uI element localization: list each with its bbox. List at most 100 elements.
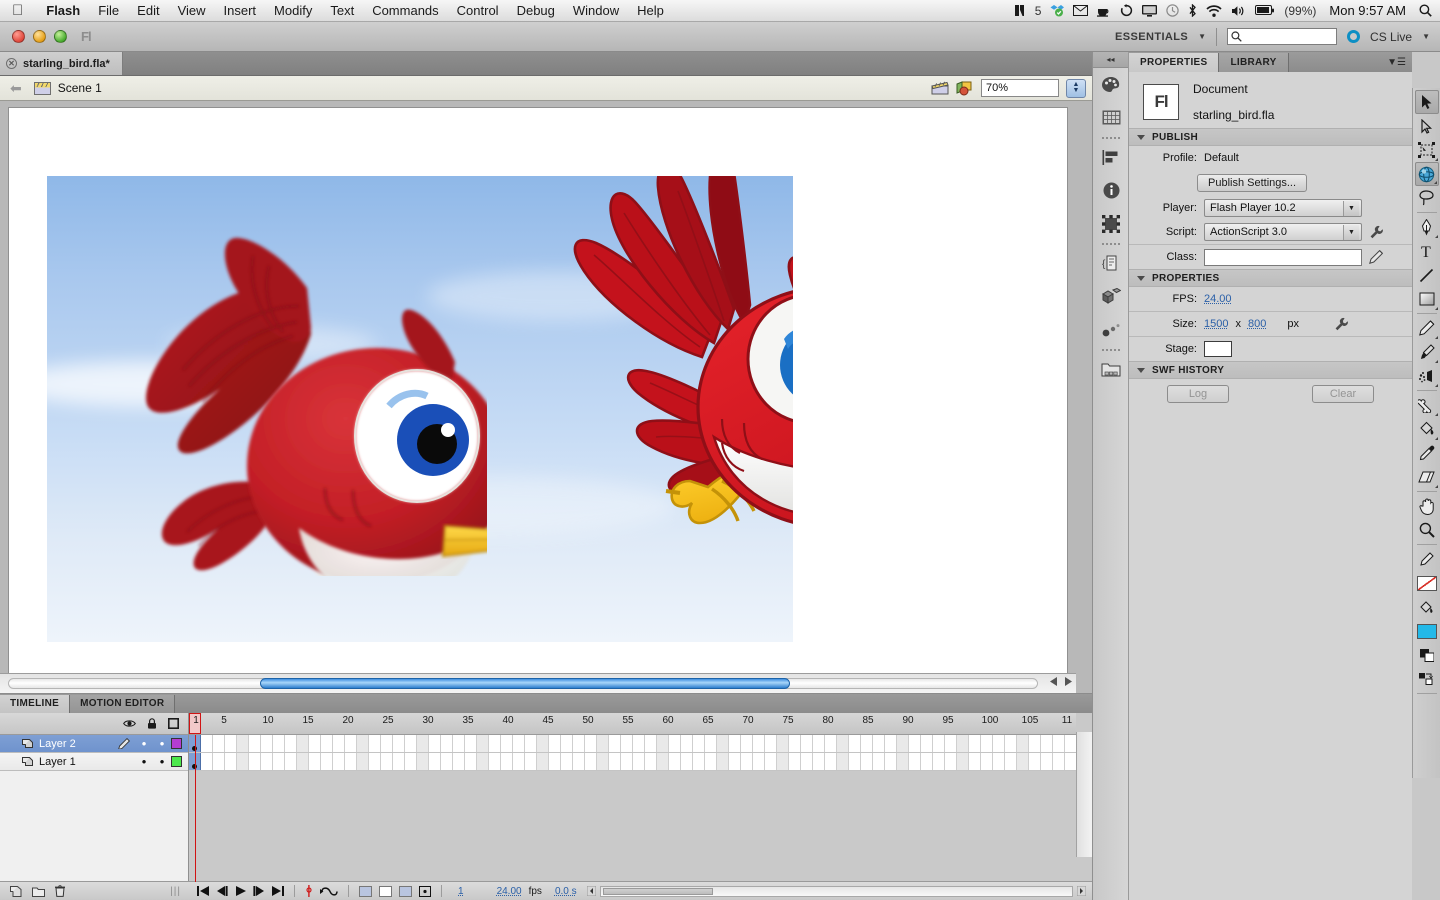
layer-name-label[interactable]: Layer 1 [39,756,113,768]
frame-ruler[interactable]: 1 5 10 15 20 25 30 35 40 45 50 55 60 65 … [189,713,1076,735]
timeline-hscroll[interactable] [587,886,1092,897]
cs-live-chevron-down-icon[interactable]: ▼ [1422,32,1430,41]
adobe-icon[interactable] [1013,4,1026,17]
layer-outline-color-swatch[interactable] [171,756,182,767]
workspace-chevron-down-icon[interactable]: ▼ [1198,32,1206,41]
edit-multiple-frames-button[interactable] [359,886,372,897]
menu-file[interactable]: File [89,0,128,22]
dock-collapse-button[interactable]: ◂◂ [1093,52,1128,68]
tool-submenu-corner[interactable] [1434,181,1437,184]
modify-onion-markers-button[interactable] [399,886,412,897]
stage-color-swatch[interactable] [1204,341,1232,357]
paint-bucket-tool[interactable] [1415,417,1439,441]
stroke-color-swatch[interactable] [1417,576,1437,591]
free-transform-tool[interactable] [1415,138,1439,162]
align-icon[interactable] [1093,141,1129,174]
resize-grip-icon[interactable]: ||| [170,886,181,897]
stage-width-value[interactable]: 1500 [1204,318,1228,330]
volume-icon[interactable] [1231,5,1246,17]
publish-settings-button[interactable]: Publish Settings... [1197,174,1307,192]
section-publish-header[interactable]: PUBLISH [1129,128,1412,146]
eraser-tool[interactable] [1415,465,1439,489]
display-icon[interactable] [1142,5,1157,17]
text-tool[interactable]: T [1415,239,1439,263]
swatches-icon[interactable] [1093,101,1129,134]
menu-text[interactable]: Text [321,0,363,22]
no-stroke-swatch[interactable] [1415,571,1439,595]
eyedropper-tool[interactable] [1415,441,1439,465]
tool-submenu-corner[interactable] [1435,413,1438,416]
section-swf-history-header[interactable]: SWF HISTORY [1129,361,1412,379]
pencil-tool[interactable] [1415,316,1439,340]
spotlight-icon[interactable] [1419,4,1432,17]
go-to-last-frame-button[interactable] [272,886,284,896]
minimize-window-button[interactable] [33,30,46,43]
center-frame-button[interactable] [419,886,431,897]
pen-tool[interactable] [1415,215,1439,239]
scroll-left-arrow-icon[interactable] [1050,677,1058,686]
menu-edit[interactable]: Edit [128,0,168,22]
components-icon[interactable] [1093,280,1129,313]
frame-row-layer-1[interactable] [189,753,1076,771]
panel-menu-icon[interactable]: ▼☰ [1387,53,1412,72]
apple-icon[interactable]:  [12,3,23,18]
tool-submenu-corner[interactable] [1435,437,1438,440]
fps-value[interactable]: 24.00 [497,886,522,897]
tab-motion-editor[interactable]: MOTION EDITOR [70,695,175,713]
layer-lock-toggle[interactable]: • [153,757,171,767]
layer-outline-color-swatch[interactable] [171,738,182,749]
layer-lock-toggle[interactable]: • [153,739,171,749]
menu-clock[interactable]: Mon 9:57 AM [1325,3,1410,18]
play-button[interactable] [235,886,246,896]
tool-submenu-corner[interactable] [1435,307,1438,310]
tool-submenu-corner[interactable] [1435,360,1438,363]
edit-symbols-icon[interactable] [956,81,974,96]
black-white-button[interactable] [1415,643,1439,667]
onion-skin-outlines-button[interactable] [320,886,338,897]
menu-flash[interactable]: Flash [37,0,89,22]
scroll-right-arrow-icon[interactable] [1077,886,1086,896]
script-settings-wrench-icon[interactable] [1369,225,1383,239]
menu-commands[interactable]: Commands [363,0,447,22]
brush-tool[interactable] [1415,340,1439,364]
layer-name-label[interactable]: Layer 2 [39,738,113,750]
scroll-left-arrow-icon[interactable] [587,886,596,896]
tool-submenu-corner[interactable] [1435,384,1438,387]
bone-tool[interactable] [1415,393,1439,417]
hand-tool[interactable] [1415,494,1439,518]
tool-submenu-corner[interactable] [1435,336,1438,339]
dropbox-icon[interactable] [1050,4,1064,17]
transform-icon[interactable] [1093,207,1129,240]
3d-rotation-tool[interactable] [1415,162,1439,186]
lock-icon[interactable] [147,718,157,729]
mail-icon[interactable] [1073,5,1088,16]
onion-skin-button[interactable] [305,885,313,897]
bird-artwork-vector[interactable] [562,176,793,551]
swap-colors-button[interactable] [1415,667,1439,691]
tab-properties[interactable]: PROPERTIES [1129,53,1219,72]
cs-live-label[interactable]: CS Live [1370,30,1412,44]
close-icon[interactable]: ✕ [6,58,17,69]
chevron-down-icon[interactable]: ▼ [1343,225,1359,240]
menu-window[interactable]: Window [564,0,628,22]
motion-presets-icon[interactable] [1093,313,1129,346]
menu-view[interactable]: View [169,0,215,22]
current-frame-value[interactable]: 1 [458,886,464,897]
cs-live-icon[interactable] [1347,30,1360,43]
zoom-stepper[interactable]: ▲ ▼ [1066,79,1086,98]
bluetooth-icon[interactable] [1188,4,1197,17]
rectangle-tool[interactable] [1415,287,1439,311]
menu-modify[interactable]: Modify [265,0,321,22]
menu-debug[interactable]: Debug [508,0,564,22]
player-dropdown[interactable]: Flash Player 10.2 ▼ [1204,199,1362,217]
clear-button[interactable]: Clear [1312,385,1374,403]
tab-library[interactable]: LIBRARY [1219,53,1288,72]
timeline-vertical-scrollbar[interactable] [1076,732,1092,857]
step-back-button[interactable] [216,886,228,896]
workspace-switcher-label[interactable]: ESSENTIALS [1115,31,1188,43]
eye-icon[interactable] [123,719,136,728]
stage-area[interactable] [0,101,1092,693]
scroll-right-arrow-icon[interactable] [1064,677,1072,686]
stage-height-value[interactable]: 800 [1248,318,1266,330]
lasso-tool[interactable] [1415,186,1439,210]
